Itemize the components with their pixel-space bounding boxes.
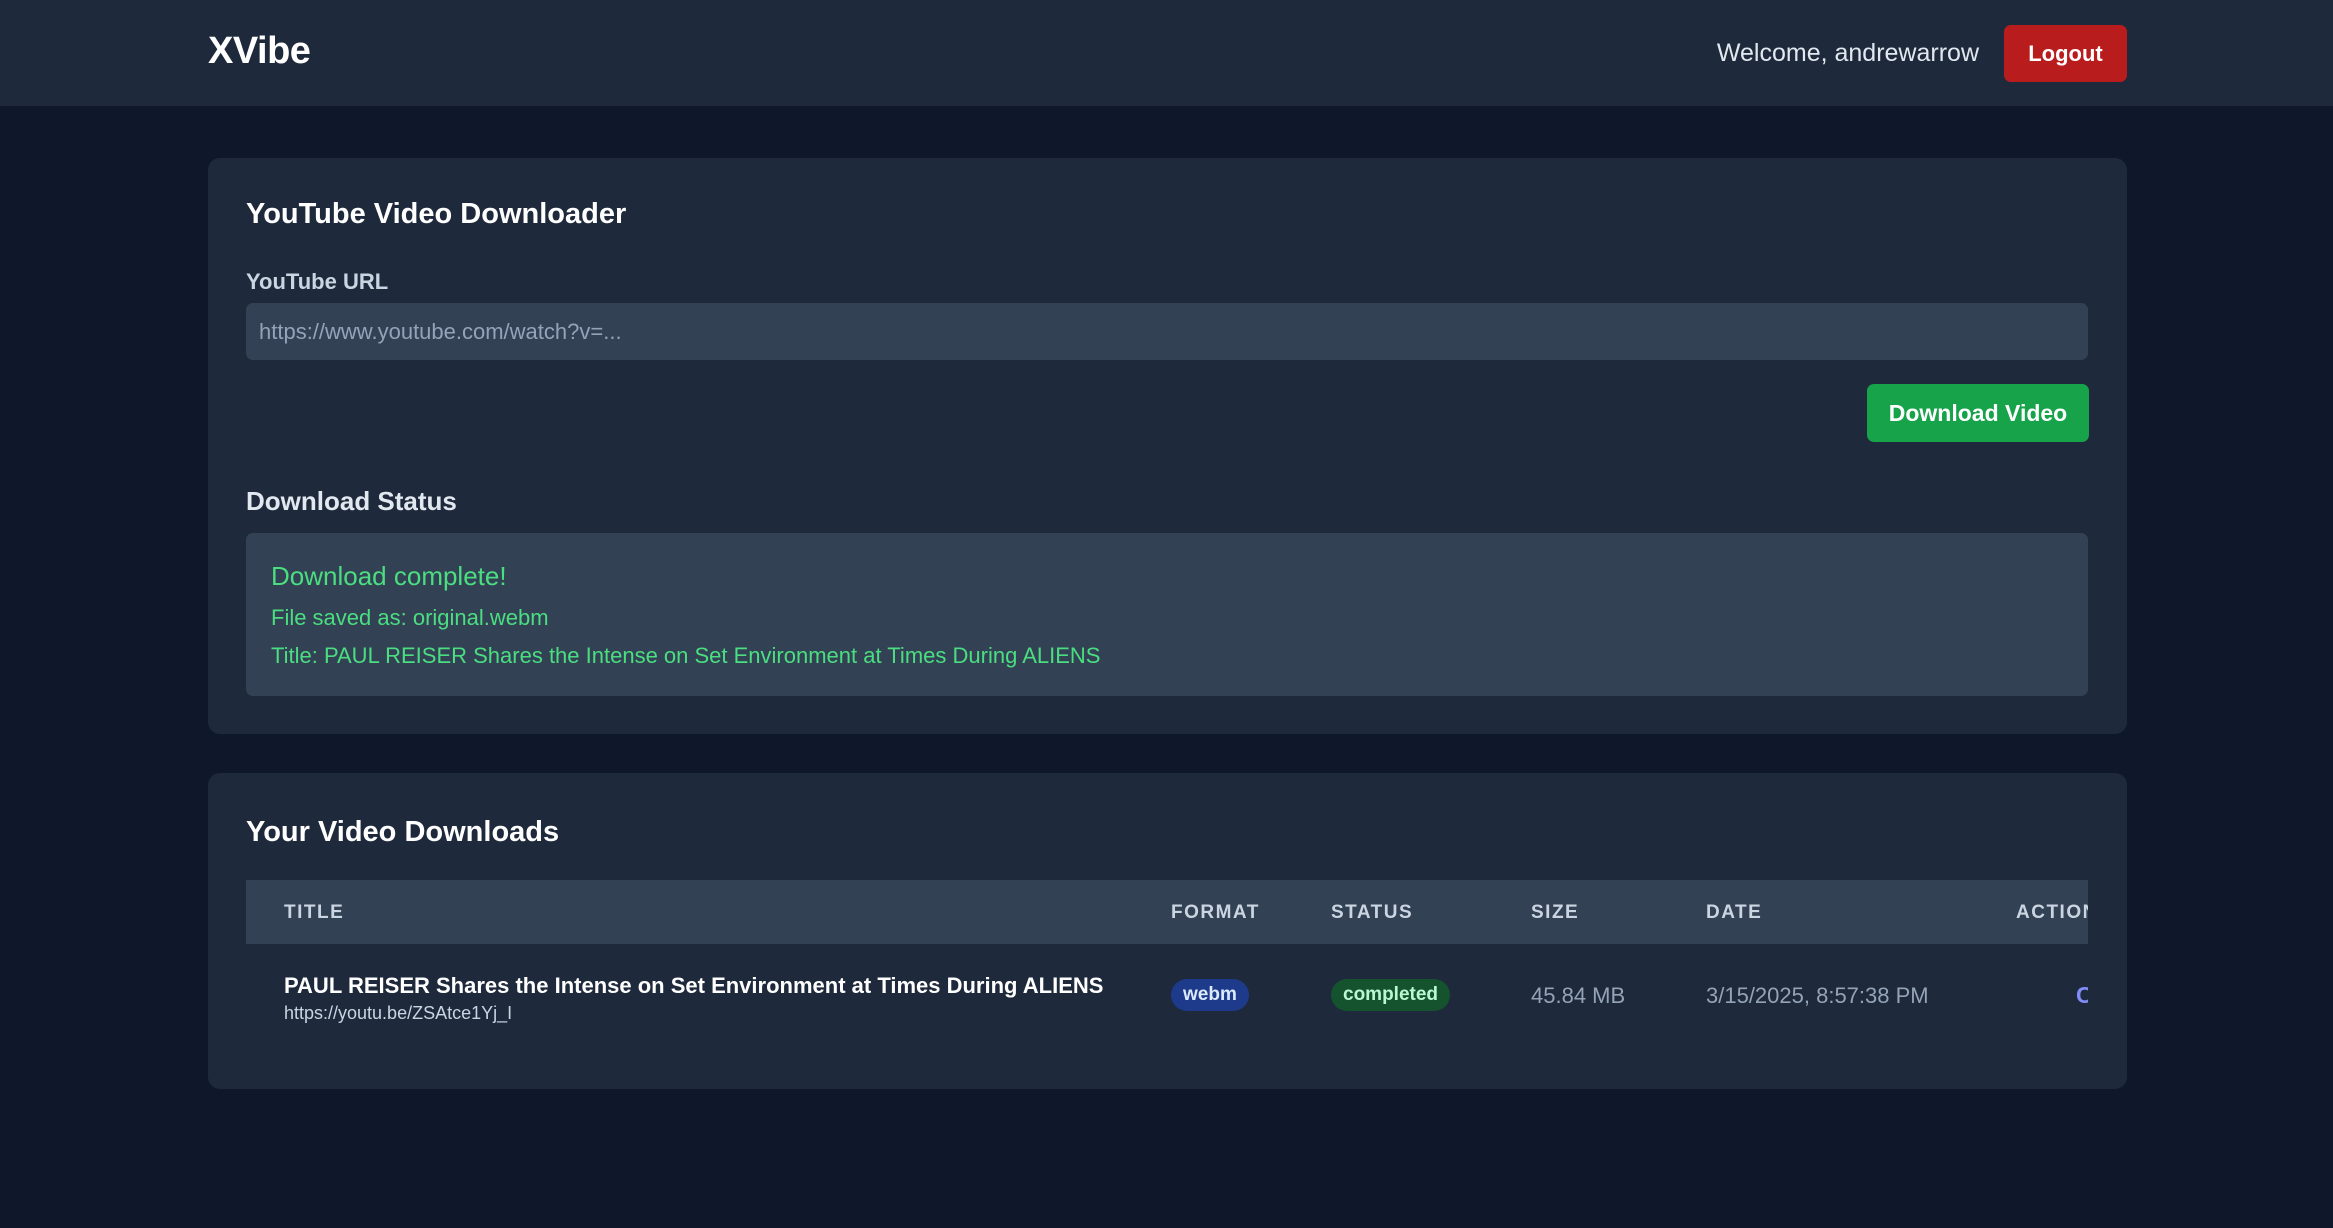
downloader-title: YouTube Video Downloader bbox=[246, 198, 627, 230]
downloads-title: Your Video Downloads bbox=[246, 816, 560, 848]
welcome-text: Welcome, andrewarrow bbox=[1716, 39, 1979, 67]
convert-link[interactable]: Convert bbox=[2076, 982, 2088, 1009]
youtube-url-label: YouTube URL bbox=[246, 269, 389, 294]
row-date: 3/15/2025, 8:57:38 PM bbox=[1706, 983, 1929, 1008]
download-video-button[interactable]: Download Video bbox=[1867, 384, 2089, 442]
downloader-card: YouTube Video Downloader YouTube URL htt… bbox=[208, 158, 2127, 734]
table-header: TITLE FORMAT STATUS SIZE DATE ACTIONS bbox=[246, 880, 2088, 944]
status-title-line: Title: PAUL REISER Shares the Intense on… bbox=[271, 643, 1101, 668]
status-file-line: File saved as: original.webm bbox=[271, 605, 549, 630]
column-header-format: FORMAT bbox=[1171, 902, 1260, 923]
column-header-date: DATE bbox=[1706, 902, 1763, 923]
brand-logo[interactable]: XVibe bbox=[208, 30, 311, 73]
column-header-title: TITLE bbox=[284, 902, 345, 923]
download-status-panel: Download complete! File saved as: origin… bbox=[246, 533, 2088, 696]
top-navbar: XVibe Welcome, andrewarrow Logout bbox=[0, 0, 2333, 106]
row-video-title: PAUL REISER Shares the Intense on Set En… bbox=[284, 973, 1104, 998]
download-status-heading: Download Status bbox=[246, 486, 457, 516]
format-badge: webm bbox=[1171, 979, 1249, 1011]
logout-button[interactable]: Logout bbox=[2004, 25, 2127, 82]
row-size: 45.84 MB bbox=[1531, 983, 1626, 1008]
status-headline: Download complete! bbox=[271, 561, 507, 591]
row-video-url: https://youtu.be/ZSAtce1Yj_I bbox=[284, 1003, 513, 1023]
downloads-card: Your Video Downloads TITLE FORMAT STATUS… bbox=[208, 773, 2127, 1089]
column-header-actions: ACTIONS bbox=[2016, 902, 2088, 923]
status-badge: completed bbox=[1331, 979, 1451, 1011]
user-area: Welcome, andrewarrow Logout bbox=[1717, 25, 2127, 82]
column-header-status: STATUS bbox=[1331, 902, 1414, 923]
youtube-url-input[interactable]: https://www.youtube.com/watch?v=... bbox=[246, 303, 2088, 360]
column-header-size: SIZE bbox=[1531, 902, 1580, 923]
downloads-table: TITLE FORMAT STATUS SIZE DATE ACTIONS PA… bbox=[246, 880, 2088, 1060]
